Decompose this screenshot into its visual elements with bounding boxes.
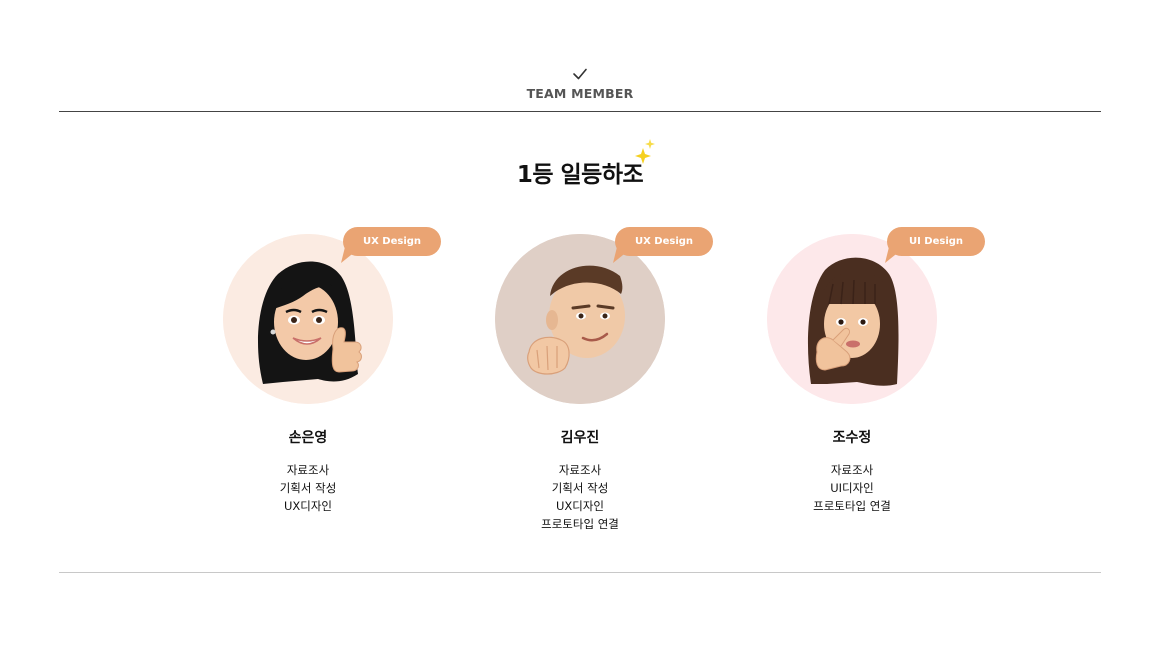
role-tag: UX Design [615,227,713,256]
section-label: TEAM MEMBER [526,86,634,101]
member-roles: 자료조사 UI디자인 프로토타입 연결 [722,461,982,515]
avatar-circle [495,234,665,404]
team-title: 1등 일등하조 [516,162,644,188]
checkmark-icon [573,68,587,80]
sparkle-icon [635,139,655,164]
role-item: UX디자인 [283,499,333,513]
bottom-divider [59,572,1101,573]
avatar-memoji-icon [223,234,393,404]
member-roles: 자료조사 기획서 작성 UX디자인 [178,461,438,515]
member-card-1: UX Design 손은영 자료조사 기획서 작성 UX디자인 [178,225,441,545]
role-item: UI디자인 [830,481,874,495]
role-tag: UX Design [343,227,441,256]
member-card-2: UX Design 김우진 자료조사 기획서 작성 UX디자인 프로토타입 연결 [450,225,713,545]
avatar-circle [223,234,393,404]
member-roles: 자료조사 기획서 작성 UX디자인 프로토타입 연결 [450,461,710,533]
top-divider [59,111,1101,112]
role-item: 기획서 작성 [279,481,337,495]
role-item: 자료조사 [286,463,330,477]
member-name: 손은영 [288,430,328,446]
role-item: 프로토타입 연결 [541,517,619,531]
role-item: 자료조사 [830,463,874,477]
role-tag: UI Design [887,227,985,256]
role-item: 기획서 작성 [551,481,609,495]
avatar-circle [767,234,937,404]
role-item: UX디자인 [555,499,605,513]
role-item: 자료조사 [558,463,602,477]
role-item: 프로토타입 연결 [813,499,891,513]
member-name: 조수정 [832,430,872,446]
avatar-memoji-icon [767,234,937,404]
member-card-3: UI Design 조수정 자료조사 UI디자인 프로토타입 연결 [722,225,985,545]
avatar-memoji-icon [495,234,665,404]
member-name: 김우진 [560,430,600,446]
